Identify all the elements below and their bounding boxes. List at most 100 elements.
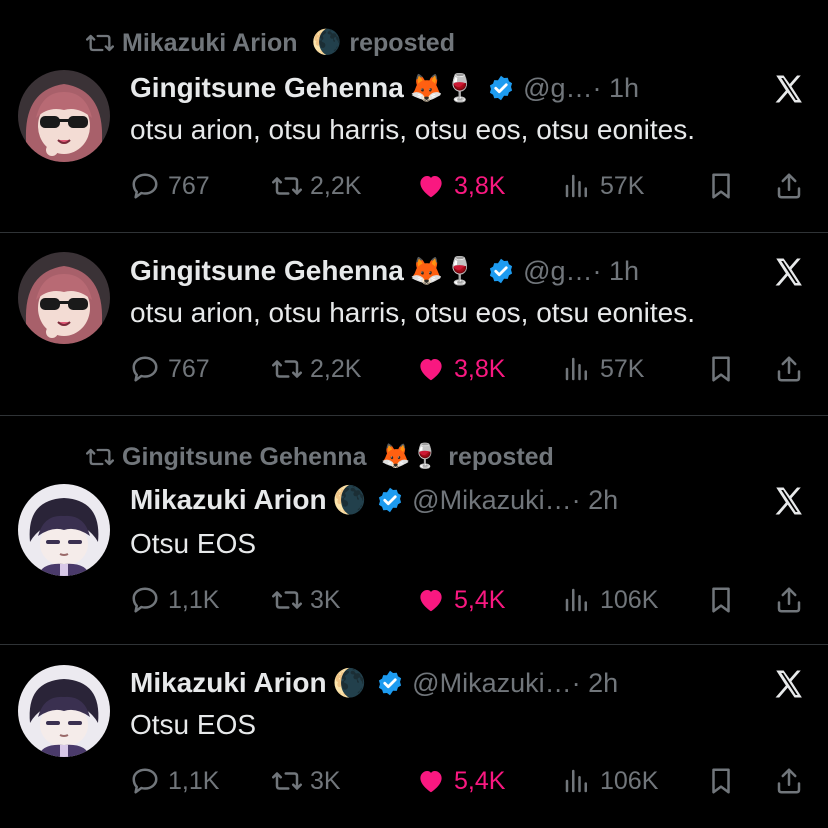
repost-indicator[interactable]: Mikazuki Arion 🌘 reposted bbox=[86, 28, 455, 58]
like-button[interactable]: 5,4K bbox=[416, 763, 505, 799]
tweet-time[interactable]: · 2h bbox=[572, 485, 619, 516]
bookmark-button[interactable] bbox=[706, 763, 736, 799]
author-name[interactable]: Gingitsune Gehenna bbox=[130, 72, 404, 104]
repost-button[interactable]: 2,2K bbox=[272, 168, 361, 204]
tweet-header: Gingitsune Gehenna 🦊🍷 @g… · 1h bbox=[130, 253, 639, 289]
views-count: 106K bbox=[600, 766, 659, 795]
views-button[interactable]: 106K bbox=[562, 763, 658, 799]
share-button[interactable] bbox=[774, 582, 804, 618]
views-button[interactable]: 106K bbox=[562, 582, 658, 618]
bookmark-icon bbox=[712, 587, 730, 613]
reply-button[interactable]: 1,1K bbox=[130, 582, 219, 618]
author-emoji: 🌘 bbox=[332, 484, 367, 515]
verified-badge-icon bbox=[376, 486, 404, 514]
tweet-actions: 1,1K 3K 5,4K 106K bbox=[130, 582, 820, 618]
fox-girl-sunglasses-avatar-icon bbox=[18, 70, 110, 162]
avatar[interactable] bbox=[18, 70, 110, 162]
views-count: 106K bbox=[600, 585, 659, 614]
repost-button[interactable]: 3K bbox=[272, 763, 341, 799]
repost-button[interactable]: 2,2K bbox=[272, 351, 361, 387]
repost-by[interactable]: Gingitsune Gehenna bbox=[122, 443, 366, 472]
dark-haired-boy-avatar-icon bbox=[18, 484, 110, 576]
repost-suffix: reposted bbox=[448, 442, 554, 471]
share-icon bbox=[777, 173, 801, 199]
x-logo-icon bbox=[772, 484, 806, 518]
dark-haired-boy-avatar-icon bbox=[18, 665, 110, 757]
reply-count: 1,1K bbox=[168, 585, 220, 614]
tweet-header: Mikazuki Arion 🌘 @Mikazuki… · 2h bbox=[130, 665, 618, 701]
reply-count: 1,1K bbox=[168, 766, 220, 795]
views-count: 57K bbox=[600, 354, 645, 383]
tweet-time[interactable]: · 2h bbox=[572, 668, 619, 699]
author-handle[interactable]: @Mikazuki… bbox=[412, 668, 571, 699]
bookmark-button[interactable] bbox=[706, 351, 736, 387]
views-icon bbox=[565, 174, 587, 198]
bookmark-icon bbox=[712, 173, 730, 199]
author-name[interactable]: Gingitsune Gehenna bbox=[130, 255, 404, 287]
share-button[interactable] bbox=[774, 351, 804, 387]
author-emoji: 🦊🍷 bbox=[409, 72, 478, 103]
reply-button[interactable]: 767 bbox=[130, 168, 210, 204]
repost-icon bbox=[272, 772, 302, 790]
tweet[interactable]: Gingitsune Gehenna 🦊🍷 reposted Mikazuki … bbox=[0, 416, 828, 644]
avatar[interactable] bbox=[18, 665, 110, 757]
verified-badge-icon bbox=[487, 74, 515, 102]
author-name[interactable]: Mikazuki Arion bbox=[130, 667, 327, 699]
like-button[interactable]: 5,4K bbox=[416, 582, 505, 618]
tweet[interactable]: Mikazuki Arion 🌘 @Mikazuki… · 2h Otsu EO… bbox=[0, 645, 828, 828]
views-icon bbox=[565, 357, 587, 381]
verified-badge-icon bbox=[487, 257, 515, 285]
reply-count: 767 bbox=[168, 171, 210, 200]
repost-icon bbox=[86, 445, 115, 469]
fox-girl-sunglasses-avatar-icon bbox=[18, 252, 110, 344]
reply-icon bbox=[132, 587, 158, 613]
repost-by-emoji: 🌘 bbox=[311, 29, 342, 56]
repost-button[interactable]: 3K bbox=[272, 582, 341, 618]
repost-icon bbox=[272, 591, 302, 609]
author-handle[interactable]: @g… bbox=[523, 73, 592, 104]
share-button[interactable] bbox=[774, 763, 804, 799]
author-name[interactable]: Mikazuki Arion bbox=[130, 484, 327, 516]
repost-icon bbox=[272, 360, 302, 378]
tweet-time[interactable]: · 1h bbox=[593, 256, 640, 287]
repost-by[interactable]: Mikazuki Arion bbox=[122, 29, 298, 58]
tweet-actions: 767 2,2K 3,8K 57K bbox=[130, 168, 820, 204]
bookmark-button[interactable] bbox=[706, 582, 736, 618]
avatar[interactable] bbox=[18, 484, 110, 576]
x-logo-icon bbox=[772, 72, 806, 106]
verified-badge-icon bbox=[376, 669, 404, 697]
x-logo-icon bbox=[772, 667, 806, 701]
tweet[interactable]: Mikazuki Arion 🌘 reposted Gingitsune Geh… bbox=[0, 0, 828, 232]
author-handle[interactable]: @g… bbox=[523, 256, 592, 287]
views-button[interactable]: 57K bbox=[562, 168, 644, 204]
reply-button[interactable]: 767 bbox=[130, 351, 210, 387]
tweet[interactable]: Gingitsune Gehenna 🦊🍷 @g… · 1h otsu ario… bbox=[0, 233, 828, 415]
repost-count: 2,2K bbox=[310, 354, 362, 383]
views-button[interactable]: 57K bbox=[562, 351, 644, 387]
heart-icon bbox=[420, 176, 442, 198]
author-handle[interactable]: @Mikazuki… bbox=[412, 485, 571, 516]
repost-indicator[interactable]: Gingitsune Gehenna 🦊🍷 reposted bbox=[86, 442, 554, 472]
repost-count: 3K bbox=[310, 766, 341, 795]
repost-count: 2,2K bbox=[310, 171, 362, 200]
like-button[interactable]: 3,8K bbox=[416, 168, 505, 204]
tweet-actions: 767 2,2K 3,8K 57K bbox=[130, 351, 820, 387]
reply-button[interactable]: 1,1K bbox=[130, 763, 219, 799]
author-emoji: 🦊🍷 bbox=[409, 255, 478, 286]
repost-count: 3K bbox=[310, 585, 341, 614]
views-icon bbox=[565, 769, 587, 793]
like-count: 5,4K bbox=[454, 766, 506, 795]
share-button[interactable] bbox=[774, 168, 804, 204]
timeline-feed: Mikazuki Arion 🌘 reposted Gingitsune Geh… bbox=[0, 0, 828, 828]
tweet-header: Gingitsune Gehenna 🦊🍷 @g… · 1h bbox=[130, 70, 639, 106]
avatar[interactable] bbox=[18, 252, 110, 344]
tweet-time[interactable]: · 1h bbox=[593, 73, 640, 104]
bookmark-button[interactable] bbox=[706, 168, 736, 204]
repost-icon bbox=[86, 31, 115, 55]
like-button[interactable]: 3,8K bbox=[416, 351, 505, 387]
reply-icon bbox=[132, 768, 158, 794]
heart-icon bbox=[420, 590, 442, 612]
reply-count: 767 bbox=[168, 354, 210, 383]
share-icon bbox=[777, 356, 801, 382]
like-count: 5,4K bbox=[454, 585, 506, 614]
